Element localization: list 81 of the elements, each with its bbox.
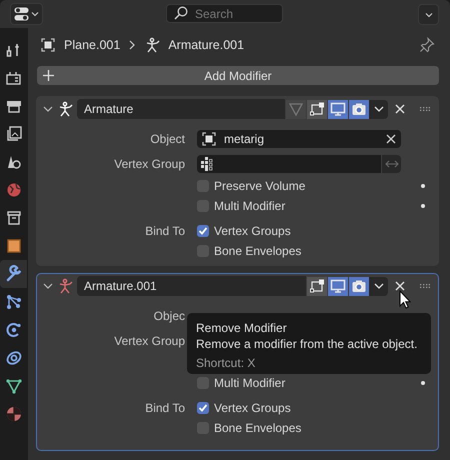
monitor-icon — [330, 278, 346, 294]
render-toggle-button[interactable] — [349, 276, 369, 296]
wrench-icon — [4, 265, 22, 283]
tooltip-description: Remove a modifier from the active object. — [196, 337, 418, 351]
add-modifier-button[interactable]: Add Modifier — [37, 66, 439, 85]
sphere-icon — [4, 405, 22, 423]
checkbox-option[interactable]: Multi Modifier — [197, 376, 401, 390]
chevron-icon — [374, 104, 384, 114]
vertex-group-icon — [201, 156, 215, 170]
orbit-icon — [4, 321, 22, 339]
vertex-group-field[interactable] — [197, 154, 381, 172]
pin-icon[interactable] — [419, 37, 435, 53]
image-stack-icon — [4, 125, 22, 143]
chevron-icon — [31, 10, 39, 18]
check-icon — [198, 226, 208, 236]
monitor-icon — [330, 101, 346, 117]
editmode-toggle-button[interactable] — [307, 276, 327, 296]
triangle-icon — [4, 377, 22, 395]
close-icon — [395, 104, 405, 114]
checkbox-option[interactable]: Vertex Groups — [197, 224, 401, 238]
double-arrow-icon — [384, 160, 398, 168]
modifier-name-field[interactable]: Armature — [77, 99, 285, 119]
search-field[interactable]: Search — [166, 4, 283, 23]
close-icon — [395, 281, 405, 291]
triangle-icon — [288, 101, 304, 117]
invert-button[interactable] — [382, 154, 401, 172]
chevron-icon[interactable] — [43, 281, 53, 291]
square-vertices-icon — [309, 278, 325, 294]
editor-type-button[interactable] — [10, 3, 43, 25]
viewport-toggle-button[interactable] — [328, 276, 348, 296]
box-icon — [4, 209, 22, 227]
check-icon — [198, 403, 208, 413]
chevron-icon — [424, 10, 432, 18]
checkbox-option[interactable]: Bone Envelopes — [197, 244, 401, 258]
property-label: Vertex Group — [114, 156, 185, 170]
property-label: Object — [150, 132, 185, 146]
printer-icon — [4, 69, 22, 87]
tooltip-title: Remove Modifier — [196, 321, 288, 335]
checkbox[interactable] — [197, 225, 209, 237]
dropdown-button[interactable] — [369, 100, 388, 118]
square-vertices-icon — [309, 101, 325, 117]
mouse-cursor-icon — [399, 290, 411, 309]
viewport-toggle-button[interactable] — [328, 100, 348, 118]
square-object-icon — [40, 37, 56, 53]
camera-icon — [351, 278, 367, 294]
property-label: Objec — [154, 308, 185, 322]
camera-icon — [351, 101, 367, 117]
drag-handle-icon[interactable] — [420, 284, 430, 288]
checkbox-option[interactable]: Multi Modifier — [197, 199, 401, 213]
globe-icon — [4, 181, 22, 199]
property-label: Bind To — [145, 224, 185, 238]
drag-handle-icon[interactable] — [420, 107, 430, 111]
tooltip-shortcut: Shortcut: X — [196, 356, 256, 370]
keyframe-dot[interactable] — [421, 204, 425, 208]
chevron-icon — [374, 281, 384, 291]
property-label: Bind To — [145, 401, 185, 415]
toggle-switches-icon — [14, 7, 30, 21]
modifier-name-field[interactable]: Armature.001 — [77, 276, 306, 296]
breadcrumb-item: Plane.001 — [64, 38, 120, 52]
chevron-icon[interactable] — [43, 104, 53, 114]
checkbox[interactable] — [197, 402, 209, 414]
dropdown-button[interactable] — [369, 276, 388, 296]
chevron-right-icon — [128, 40, 136, 50]
keyframe-dot[interactable] — [421, 381, 425, 385]
checkbox-option[interactable]: Preserve Volume — [197, 179, 401, 193]
plus-icon — [43, 70, 54, 81]
property-label: Vertex Group — [114, 334, 185, 348]
search-icon — [174, 6, 188, 20]
object-field[interactable]: metarig — [197, 130, 401, 148]
square-icon — [4, 237, 22, 255]
render-toggle-button[interactable] — [349, 100, 369, 118]
breadcrumb-item: Armature.001 — [168, 38, 244, 52]
square-object-icon — [201, 130, 217, 146]
close-icon[interactable] — [386, 134, 396, 144]
keyframe-dot[interactable] — [421, 184, 425, 188]
checkbox-option[interactable]: Vertex Groups — [197, 401, 401, 415]
properties-tab[interactable] — [0, 260, 27, 288]
nodes-icon — [4, 293, 22, 311]
editmode-toggle-button[interactable] — [307, 100, 327, 118]
armature-figure-icon — [144, 37, 160, 53]
checkbox-option[interactable]: Bone Envelopes — [197, 421, 401, 435]
